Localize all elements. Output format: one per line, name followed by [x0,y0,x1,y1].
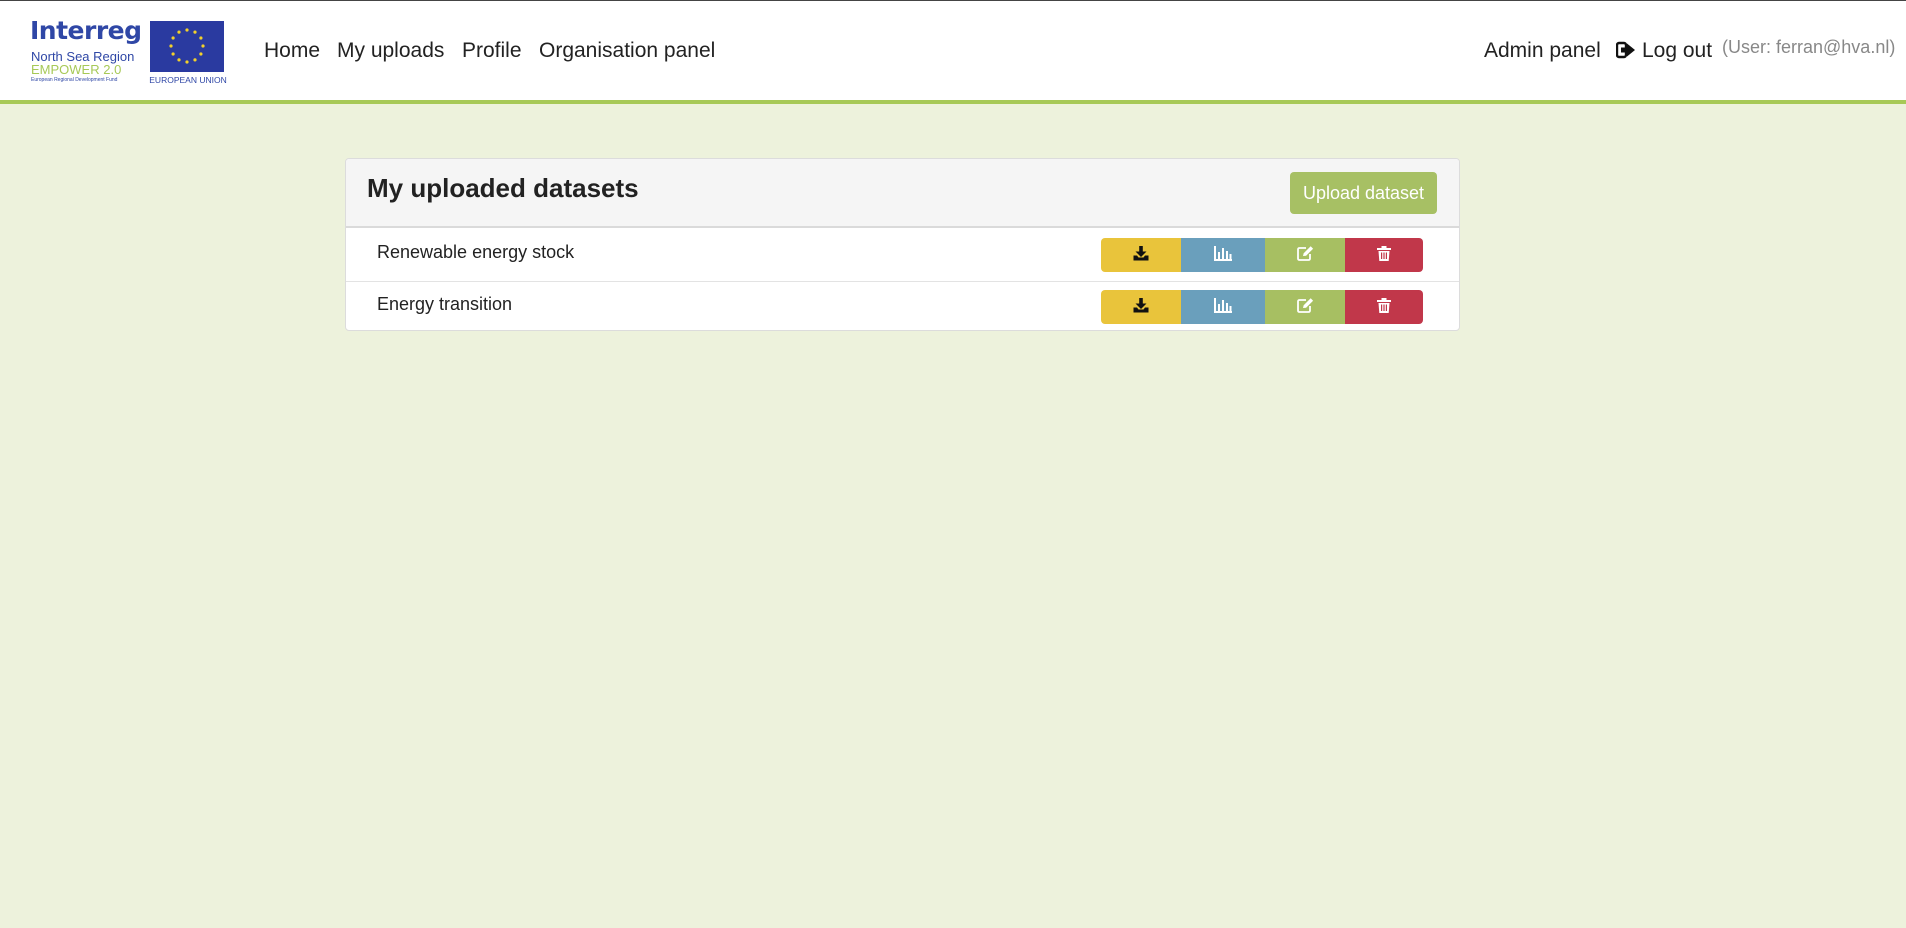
logo-word: Interreg [30,16,142,45]
bar-chart-icon [1214,298,1232,316]
upload-dataset-button[interactable]: Upload dataset [1290,172,1437,214]
nav-organisation-panel[interactable]: Organisation panel [539,39,715,63]
dataset-row: Energy transition [346,282,1459,330]
interreg-logo[interactable]: Interreg North Sea Region EMPOWER 2.0 Eu… [30,16,227,87]
logout-label: Log out [1642,39,1713,62]
trash-icon [1377,246,1391,264]
edit-button[interactable] [1265,290,1345,324]
delete-button[interactable] [1345,290,1423,324]
logo-program: EMPOWER 2.0 [31,62,122,77]
nav-my-uploads[interactable]: My uploads [337,39,444,63]
nav-admin-panel[interactable]: Admin panel [1484,39,1601,63]
panel-header: My uploaded datasets Upload dataset [346,159,1459,228]
top-navbar: Interreg North Sea Region EMPOWER 2.0 Eu… [0,0,1906,104]
download-icon [1133,298,1149,316]
bar-chart-icon [1214,246,1232,264]
download-icon [1133,246,1149,264]
dataset-name: Energy transition [377,294,513,314]
trash-icon [1377,298,1391,316]
logo-fund: European Regional Development Fund [31,77,118,83]
logout-icon [1615,41,1636,65]
nav-home[interactable]: Home [264,39,320,63]
view-chart-button[interactable] [1181,238,1265,272]
view-chart-button[interactable] [1181,290,1265,324]
eu-flag-icon [150,21,224,72]
edit-button[interactable] [1265,238,1345,272]
download-button[interactable] [1101,238,1181,272]
delete-button[interactable] [1345,238,1423,272]
logo-eu-label: EUROPEAN UNION [149,75,227,85]
logout-link[interactable]: Log out [1615,39,1713,65]
datasets-panel: My uploaded datasets Upload dataset Rene… [345,158,1460,331]
dataset-actions [1101,238,1423,272]
edit-icon [1296,298,1314,316]
user-info: (User: ferran@hva.nl) [1722,37,1896,57]
download-button[interactable] [1101,290,1181,324]
dataset-name: Renewable energy stock [377,242,575,262]
dataset-actions [1101,290,1423,324]
dataset-row: Renewable energy stock [346,230,1459,282]
nav-profile[interactable]: Profile [462,39,522,63]
edit-icon [1296,246,1314,264]
interreg-wordmark: Interreg North Sea Region EMPOWER 2.0 Eu… [30,16,142,87]
page-title: My uploaded datasets [367,173,639,203]
